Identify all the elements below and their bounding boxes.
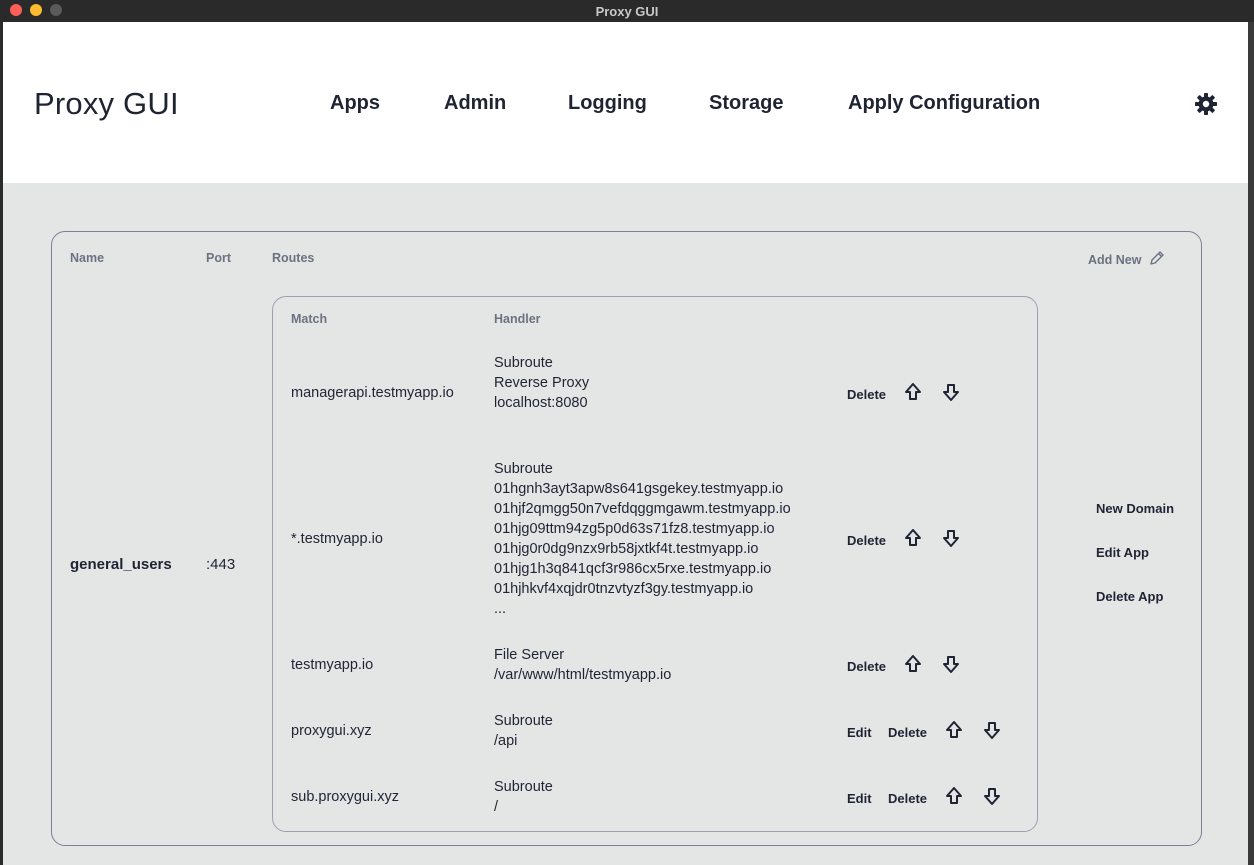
nav-apply-configuration[interactable]: Apply Configuration	[848, 92, 1040, 115]
move-down-icon[interactable]	[942, 654, 960, 674]
edit-route-button[interactable]: Edit	[847, 725, 872, 740]
window-controls	[10, 4, 62, 16]
app-window: Proxy GUI Apps Admin Logging Storage App…	[3, 22, 1248, 865]
route-match: testmyapp.io	[291, 657, 374, 673]
handler-line: 01hjhkvf4xqjdr0tnzvtyzf3gy.testmyapp.io	[494, 581, 754, 597]
route-match: proxygui.xyz	[291, 723, 372, 739]
delete-route-button[interactable]: Delete	[847, 533, 886, 548]
route-handler: Subroute Reverse Proxy localhost:8080	[494, 353, 589, 413]
handler-line: 01hjg09ttm94zg5p0d63s71fz8.testmyapp.io	[494, 521, 775, 537]
handler-line: /api	[494, 733, 518, 749]
handler-line: 01hgnh3ayt3apw8s641gsgekey.testmyapp.io	[494, 481, 784, 497]
zoom-window-button[interactable]	[50, 4, 62, 16]
app-name: general_users	[70, 556, 172, 573]
move-up-icon[interactable]	[945, 786, 963, 806]
gear-icon[interactable]	[1194, 92, 1218, 116]
add-new-button[interactable]: Add New	[1088, 250, 1165, 269]
top-navbar: Proxy GUI Apps Admin Logging Storage App…	[3, 22, 1248, 183]
delete-route-button[interactable]: Delete	[847, 659, 886, 674]
move-down-icon[interactable]	[942, 528, 960, 548]
handler-line: Reverse Proxy	[494, 375, 590, 391]
route-handler: Subroute /	[494, 777, 553, 817]
nav-apps[interactable]: Apps	[330, 92, 380, 115]
delete-app-button[interactable]: Delete App	[1096, 589, 1163, 604]
app-port: :443	[206, 556, 236, 573]
move-down-icon[interactable]	[983, 720, 1001, 740]
move-up-icon[interactable]	[904, 528, 922, 548]
add-new-label: Add New	[1088, 252, 1142, 267]
route-handler: Subroute 01hgnh3ayt3apw8s641gsgekey.test…	[494, 459, 791, 619]
route-handler: Subroute /api	[494, 711, 553, 751]
delete-route-button[interactable]: Delete	[888, 725, 927, 740]
nav-logging[interactable]: Logging	[568, 92, 647, 115]
handler-line: Subroute	[494, 713, 553, 729]
minimize-window-button[interactable]	[30, 4, 42, 16]
handler-line: ...	[494, 601, 507, 617]
handler-line: Subroute	[494, 779, 553, 795]
nav-admin[interactable]: Admin	[444, 92, 506, 115]
new-domain-button[interactable]: New Domain	[1096, 501, 1174, 516]
window-titlebar: Proxy GUI	[0, 0, 1254, 22]
window-title: Proxy GUI	[595, 3, 659, 19]
route-match: *.testmyapp.io	[291, 531, 383, 547]
handler-line: /var/www/html/testmyapp.io	[494, 667, 672, 683]
brand-title[interactable]: Proxy GUI	[34, 86, 179, 122]
column-header-handler: Handler	[494, 312, 541, 326]
handler-line: 01hjf2qmgg50n7vefdqggmgawm.testmyapp.io	[494, 501, 791, 517]
handler-line: Subroute	[494, 355, 553, 371]
delete-route-button[interactable]: Delete	[888, 791, 927, 806]
move-up-icon[interactable]	[945, 720, 963, 740]
close-window-button[interactable]	[10, 4, 22, 16]
pencil-icon	[1149, 250, 1165, 269]
handler-line: 01hjg1h3q841qcf3r986cx5rxe.testmyapp.io	[494, 561, 772, 577]
routes-table: Match Handler managerapi.testmyapp.io Su…	[272, 296, 1038, 832]
column-header-match: Match	[291, 312, 328, 326]
edit-app-button[interactable]: Edit App	[1096, 545, 1149, 560]
handler-line: localhost:8080	[494, 395, 588, 411]
handler-line: File Server	[494, 647, 565, 663]
move-up-icon[interactable]	[904, 654, 922, 674]
delete-route-button[interactable]: Delete	[847, 387, 886, 402]
move-up-icon[interactable]	[904, 382, 922, 402]
column-header-name: Name	[70, 251, 105, 265]
route-match: managerapi.testmyapp.io	[291, 385, 454, 401]
move-down-icon[interactable]	[942, 382, 960, 402]
window-edge	[1248, 22, 1254, 865]
move-down-icon[interactable]	[983, 786, 1001, 806]
route-match: sub.proxygui.xyz	[291, 789, 399, 805]
route-handler: File Server /var/www/html/testmyapp.io	[494, 645, 671, 685]
column-header-routes: Routes	[272, 251, 315, 265]
handler-line: /	[494, 799, 499, 815]
handler-line: 01hjg0r0dg9nzx9rb58jxtkf4t.testmyapp.io	[494, 541, 759, 557]
apps-table: Name Port Routes Add New general_users :…	[51, 231, 1202, 846]
edit-route-button[interactable]: Edit	[847, 791, 872, 806]
nav-storage[interactable]: Storage	[709, 92, 783, 115]
handler-line: Subroute	[494, 461, 553, 477]
column-header-port: Port	[206, 251, 231, 265]
